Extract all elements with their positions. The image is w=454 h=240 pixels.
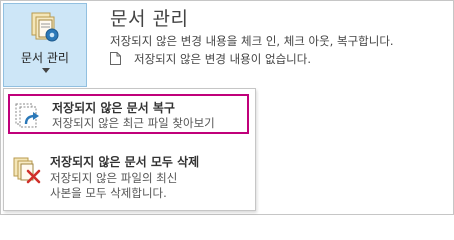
manage-document-icon	[31, 12, 59, 42]
recover-item-label: 저장되지 않은 문서 복구	[52, 101, 175, 115]
recover-item-description: 저장되지 않은 최근 파일 찾아보기	[52, 116, 215, 130]
manage-document-button-label: 문서 관리	[21, 51, 69, 65]
chevron-down-icon	[42, 68, 50, 73]
delete-unsaved-documents-item[interactable]: 저장되지 않은 문서 모두 삭제 저장되지 않은 파일의 최신 사본을 모두 삭…	[8, 151, 249, 209]
section-description: 저장되지 않은 변경 내용을 체크 인, 체크 아웃, 복구합니다.	[110, 34, 394, 48]
delete-item-description: 저장되지 않은 파일의 최신 사본을 모두 삭제합니다.	[50, 171, 177, 201]
delete-item-description-line1: 저장되지 않은 파일의 최신	[50, 171, 178, 185]
manage-document-menu: 저장되지 않은 문서 복구 저장되지 않은 최근 파일 찾아보기 저장되지 않은…	[3, 88, 256, 211]
delete-item-description-line2: 사본을 모두 삭제합니다.	[50, 186, 167, 200]
recover-document-icon	[15, 103, 39, 128]
recover-unsaved-documents-item[interactable]: 저장되지 않은 문서 복구 저장되지 않은 최근 파일 찾아보기	[8, 94, 249, 134]
document-icon	[110, 52, 121, 65]
delete-documents-icon	[13, 157, 41, 184]
status-text: 저장되지 않은 변경 내용이 없습니다.	[134, 52, 311, 66]
section-title: 문서 관리	[110, 8, 189, 30]
delete-item-label: 저장되지 않은 문서 모두 삭제	[50, 155, 200, 169]
manage-document-button[interactable]: 문서 관리	[3, 3, 87, 87]
